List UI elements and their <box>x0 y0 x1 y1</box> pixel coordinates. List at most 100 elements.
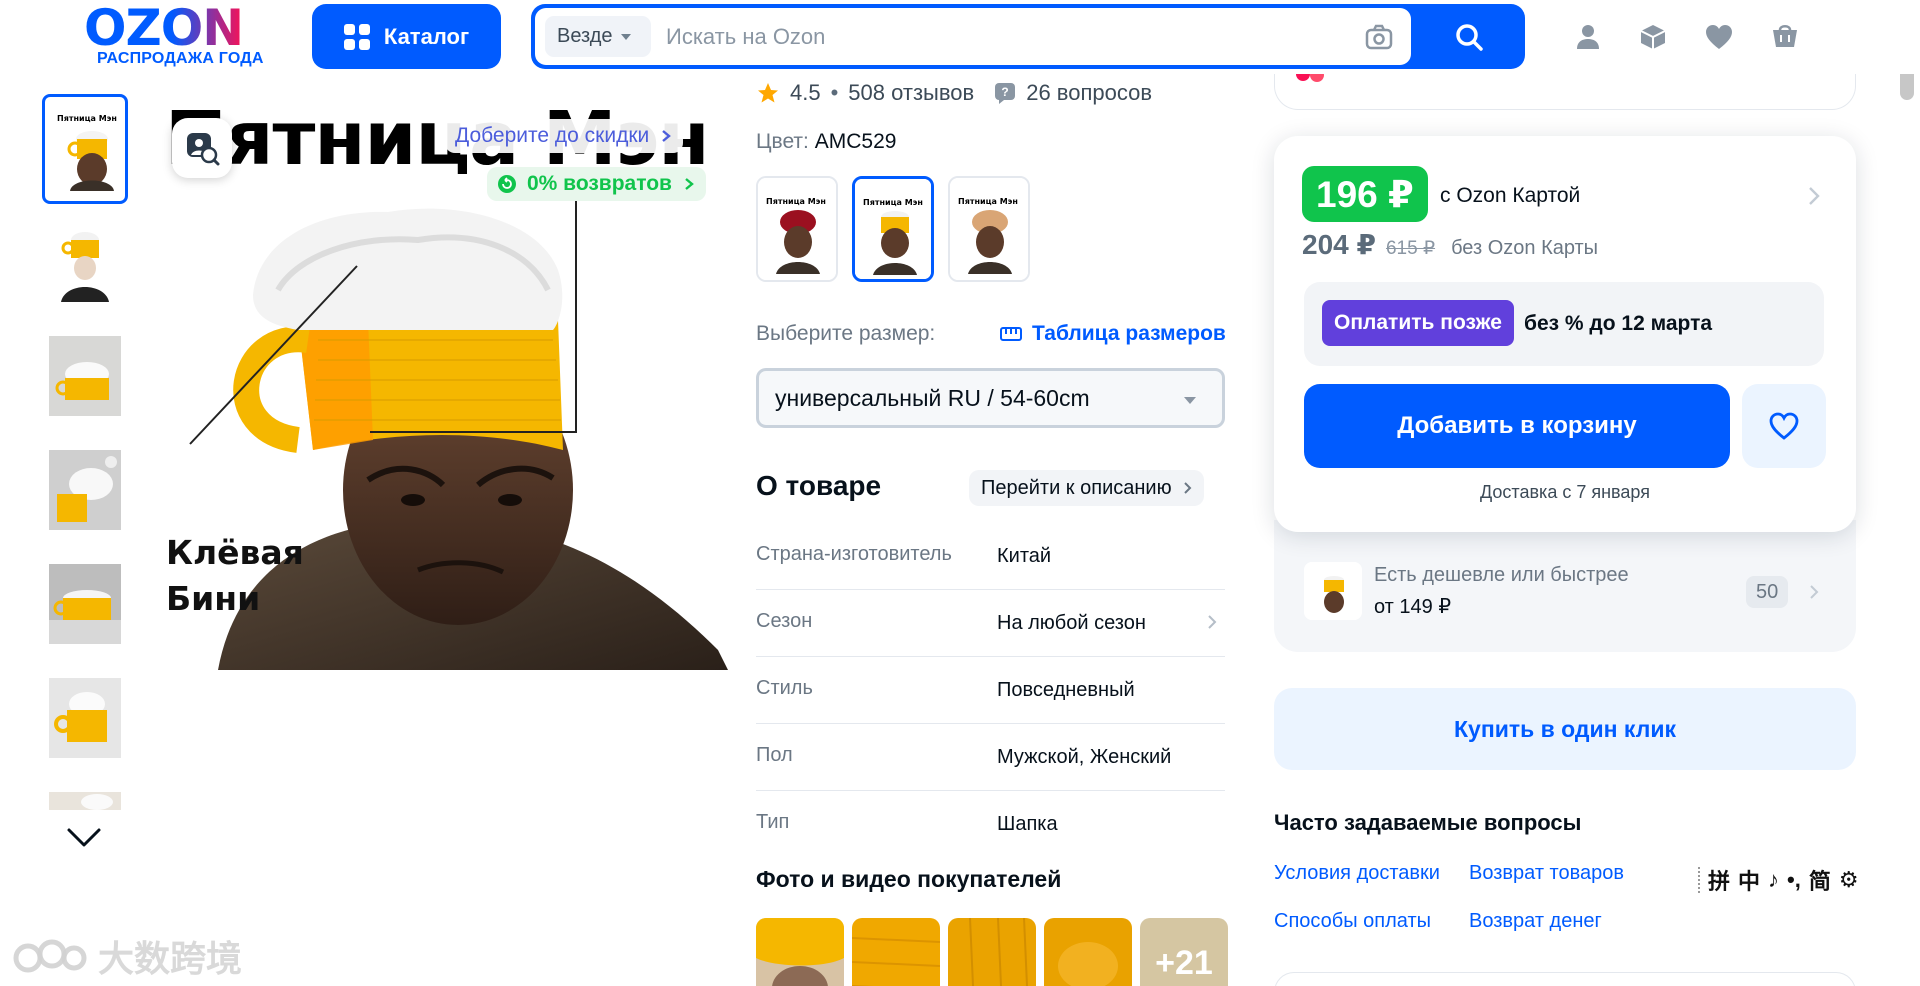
search-scope-label: Везде <box>557 25 613 47</box>
heart-icon <box>1769 412 1799 440</box>
thumbnail-1[interactable]: Пятница Мэн <box>42 94 128 204</box>
spec-key: Тип <box>756 811 790 833</box>
thumbnail-3[interactable] <box>42 322 128 432</box>
thumbnail-2[interactable] <box>42 208 128 318</box>
thumbnail-7[interactable] <box>42 778 128 810</box>
chevron-right-icon[interactable] <box>1808 186 1820 206</box>
cheaper-offers-card[interactable]: Есть дешевле или быстрее от 149 ₽ 50 <box>1274 520 1856 652</box>
catalog-label: Каталог <box>383 23 470 49</box>
customer-photos: +21 <box>756 918 1228 986</box>
ime-chinese-mode-icon[interactable]: 中 <box>1738 864 1760 896</box>
ime-pinyin-icon[interactable]: 拼 <box>1708 864 1730 896</box>
spec-value: Китай <box>997 545 1052 567</box>
go-to-description-label: Перейти к описанию <box>981 476 1172 499</box>
faq-link-returns[interactable]: Возврат товаров <box>1469 862 1624 885</box>
search-input[interactable] <box>666 16 1316 57</box>
ime-moon-icon[interactable]: ♪ <box>1768 867 1779 893</box>
variant-image: Пятница Мэн <box>855 179 931 279</box>
customer-photo[interactable] <box>1044 918 1132 986</box>
spec-row: Тип Шапка <box>756 791 1225 858</box>
faq-link-delivery[interactable]: Условия доставки <box>1274 862 1440 885</box>
thumbnail-image: Пятница Мэн <box>52 111 124 191</box>
faq-title: Часто задаваемые вопросы <box>1274 810 1582 835</box>
cheaper-offers-price: от 149 ₽ <box>1374 596 1452 618</box>
customer-photo-more[interactable]: +21 <box>1140 918 1228 986</box>
caret-down-icon <box>1184 397 1196 404</box>
size-table-label: Таблица размеров <box>1032 322 1226 345</box>
star-icon <box>758 83 778 103</box>
old-price: 615 ₽ <box>1385 238 1436 259</box>
svg-text:?: ? <box>1002 85 1009 99</box>
image-caption-line2: Бини <box>166 579 261 618</box>
watermark-logo-icon <box>13 939 87 973</box>
price-card: 196 ₽ с Ozon Картой 204 ₽ 615 ₽ без Ozon… <box>1274 136 1856 532</box>
ime-simplified-icon[interactable]: 简 <box>1809 864 1831 896</box>
customer-photo-image <box>1044 918 1132 986</box>
caret-down-icon <box>620 33 631 40</box>
favorites-heart-icon[interactable] <box>1704 22 1734 52</box>
delivery-date: Доставка с 7 января <box>1480 482 1650 502</box>
cart-icon[interactable] <box>1770 22 1800 52</box>
returns-chip-label: 0% возвратов <box>527 172 672 195</box>
faq-link-payment[interactable]: Способы оплаты <box>1274 910 1431 933</box>
go-to-description-button[interactable]: Перейти к описанию <box>969 470 1204 506</box>
customer-photo[interactable] <box>852 918 940 986</box>
variant-beer[interactable]: Пятница Мэн <box>852 176 934 282</box>
faq-link-refund[interactable]: Возврат денег <box>1469 910 1602 933</box>
customer-photo[interactable] <box>948 918 1036 986</box>
discount-chip[interactable]: Доберите до скидки <box>445 119 684 153</box>
spec-value: Шапка <box>997 813 1058 835</box>
ime-settings-icon[interactable]: ⚙ <box>1839 867 1859 893</box>
returns-chip[interactable]: 0% возвратов <box>487 167 706 201</box>
variant-beige[interactable]: Пятница Мэн <box>948 176 1030 282</box>
pay-later-box: Оплатить позже без % до 12 марта <box>1304 282 1824 366</box>
variant-image: Пятница Мэн <box>950 178 1028 280</box>
add-to-cart-button[interactable]: Добавить в корзину <box>1304 384 1730 468</box>
discount-chip-label: Доберите до скидки <box>455 124 650 147</box>
camera-icon[interactable] <box>1365 24 1393 50</box>
variant-red[interactable]: Пятница Мэн <box>756 176 838 282</box>
customer-photo[interactable] <box>756 918 844 986</box>
questions-link[interactable]: 26 вопросов <box>1026 80 1152 106</box>
ozon-logo[interactable]: OZON РАСПРОДАЖА ГОДА <box>84 2 284 70</box>
search-button[interactable] <box>1417 8 1521 65</box>
size-table-link[interactable]: Таблица размеров <box>1000 322 1226 346</box>
ime-separator <box>1698 867 1700 893</box>
pay-later-button[interactable]: Оплатить позже <box>1322 300 1514 346</box>
image-caption-line1: Клёвая <box>166 533 304 572</box>
thumbnail-image <box>49 678 121 758</box>
question-bubble-icon: ? <box>995 83 1016 104</box>
ruler-icon <box>1000 327 1022 341</box>
rating-value: 4.5 <box>790 80 821 105</box>
size-select[interactable]: универсальный RU / 54-60cm <box>756 368 1225 428</box>
ime-punctuation-icon[interactable]: •, <box>1787 867 1801 893</box>
thumbnails-scroll-down-icon[interactable] <box>66 826 102 850</box>
spec-key: Сезон <box>756 610 813 632</box>
spec-key: Стиль <box>756 677 813 699</box>
profile-icon[interactable] <box>1573 22 1603 52</box>
spec-row[interactable]: Сезон На любой сезон <box>756 590 1225 657</box>
spec-value: Повседневный <box>997 679 1135 701</box>
color-value: AMC529 <box>814 130 897 153</box>
pay-later-terms: без % до 12 марта <box>1524 312 1713 335</box>
customer-photo-image <box>948 918 1036 986</box>
orders-box-icon[interactable] <box>1638 22 1668 52</box>
search-scope-select[interactable]: Везде <box>545 16 651 57</box>
color-variants: Пятница Мэн Пятница Мэн Пятница Мэн <box>756 176 1030 282</box>
thumbnail-5[interactable] <box>42 550 128 660</box>
return-arrow-icon <box>498 175 516 193</box>
thumbnail-image <box>49 792 121 810</box>
thumbnail-4[interactable] <box>42 436 128 546</box>
cheaper-offer-image <box>1304 562 1362 620</box>
add-to-favorites-button[interactable] <box>1742 384 1826 468</box>
size-select-value: универсальный RU / 54-60cm <box>775 384 1090 411</box>
reviews-link[interactable]: 508 отзывов <box>848 80 974 106</box>
catalog-button[interactable]: Каталог <box>312 4 501 69</box>
buy-one-click-button[interactable]: Купить в один клик <box>1274 688 1856 770</box>
thumbnail-image <box>49 222 121 302</box>
variant-text: Пятница Мэн <box>766 197 826 206</box>
thumbnail-6[interactable] <box>42 664 128 774</box>
image-search-button[interactable] <box>172 118 232 178</box>
image-caption: Клёвая Бини <box>166 530 304 622</box>
customer-photo-image <box>756 918 844 986</box>
